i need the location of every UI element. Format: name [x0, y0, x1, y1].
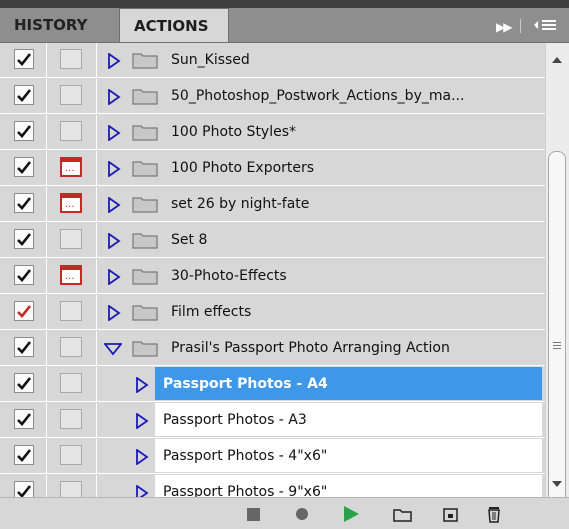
scrollbar[interactable] [545, 43, 569, 507]
toggle-checkbox[interactable] [14, 373, 34, 393]
toggle-checkbox[interactable] [14, 301, 34, 321]
action-set-name: Prasil's Passport Photo Arranging Action [171, 340, 450, 356]
action-set-name: 30-Photo-Effects [171, 268, 287, 284]
folder-icon [132, 232, 158, 249]
dialog-toggle-empty[interactable] [60, 49, 82, 69]
toggle-checkbox[interactable] [14, 265, 34, 285]
collapsed-triangle-icon[interactable] [107, 160, 121, 181]
action-set-name: Film effects [171, 304, 252, 320]
action-set-row[interactable]: ... set 26 by night-fate [0, 187, 546, 222]
action-row[interactable]: Passport Photos - A3 [0, 403, 546, 438]
dialog-toggle-empty[interactable] [60, 373, 82, 393]
collapsed-triangle-icon[interactable] [135, 412, 149, 433]
folder-icon [132, 88, 158, 105]
action-name-cell[interactable]: Passport Photos - 4"x6" [155, 439, 542, 473]
action-set-row[interactable]: Set 8 [0, 223, 546, 258]
actions-list: Sun_Kissed 50_Photoshop_Postwork_Actions_… [0, 43, 546, 510]
toggle-checkbox[interactable] [14, 49, 34, 69]
action-set-row[interactable]: 50_Photoshop_Postwork_Actions_by_ma... [0, 79, 546, 114]
window-edge [0, 0, 569, 8]
toggle-checkbox[interactable] [14, 121, 34, 141]
action-name-cell[interactable]: Passport Photos - A3 [155, 403, 542, 437]
collapsed-triangle-icon[interactable] [107, 124, 121, 145]
action-name: Passport Photos - A3 [163, 412, 307, 428]
collapsed-triangle-icon[interactable] [135, 376, 149, 397]
scroll-up-icon[interactable] [552, 57, 562, 63]
tab-history[interactable]: HISTORY [0, 8, 116, 42]
collapsed-triangle-icon[interactable] [107, 268, 121, 289]
trash-icon[interactable] [484, 504, 506, 526]
action-set-row[interactable]: ... 100 Photo Exporters [0, 151, 546, 186]
action-set-name: 100 Photo Exporters [171, 160, 315, 176]
collapse-panel-icon[interactable]: ▶▶ [496, 20, 513, 34]
divider [520, 19, 521, 33]
dialog-toggle-empty[interactable] [60, 409, 82, 429]
action-set-row[interactable]: Prasil's Passport Photo Arranging Action [0, 331, 546, 366]
folder-icon [132, 124, 158, 141]
action-row[interactable]: Passport Photos - 4"x6" [0, 439, 546, 474]
dialog-toggle-empty[interactable] [60, 337, 82, 357]
action-row[interactable]: Passport Photos - A4 [0, 367, 546, 402]
toggle-checkbox[interactable] [14, 409, 34, 429]
new-set-icon[interactable] [391, 504, 415, 524]
record-icon[interactable] [292, 504, 312, 524]
collapsed-triangle-icon[interactable] [107, 304, 121, 325]
folder-icon [132, 268, 158, 285]
toggle-checkbox[interactable] [14, 85, 34, 105]
tab-actions[interactable]: ACTIONS [119, 8, 229, 42]
folder-icon [132, 52, 158, 69]
scroll-thumb[interactable] [548, 151, 566, 507]
stop-icon[interactable] [244, 504, 264, 524]
folder-icon [132, 160, 158, 177]
action-name-cell[interactable]: Passport Photos - A4 [155, 367, 542, 401]
actions-toolbar [0, 497, 569, 529]
dialog-toggle-empty[interactable] [60, 229, 82, 249]
actions-panel: HISTORY ACTIONS ▶▶ Sun_Kissed 50_Photosho… [0, 0, 569, 529]
toggle-checkbox[interactable] [14, 229, 34, 249]
action-set-row[interactable]: ... 30-Photo-Effects [0, 259, 546, 294]
panel-menu-icon[interactable] [532, 15, 562, 35]
dialog-toggle-empty[interactable] [60, 301, 82, 321]
toggle-checkbox[interactable] [14, 157, 34, 177]
action-name: Passport Photos - A4 [163, 376, 328, 392]
action-set-name: 100 Photo Styles* [171, 124, 297, 140]
collapsed-triangle-icon[interactable] [107, 232, 121, 253]
collapsed-triangle-icon[interactable] [107, 196, 121, 217]
collapsed-triangle-icon[interactable] [107, 88, 121, 109]
dialog-toggle-empty[interactable] [60, 121, 82, 141]
collapsed-triangle-icon[interactable] [107, 52, 121, 73]
new-action-icon[interactable] [440, 504, 462, 524]
action-name: Passport Photos - 4"x6" [163, 448, 328, 464]
action-set-name: set 26 by night-fate [171, 196, 310, 212]
dialog-toggle-empty[interactable] [60, 85, 82, 105]
dialog-toggle-icon[interactable]: ... [60, 265, 82, 285]
action-set-row[interactable]: Sun_Kissed [0, 43, 546, 78]
scroll-down-icon[interactable] [552, 481, 562, 487]
action-set-name: Set 8 [171, 232, 208, 248]
dialog-toggle-empty[interactable] [60, 445, 82, 465]
dialog-toggle-icon[interactable]: ... [60, 157, 82, 177]
toggle-checkbox[interactable] [14, 445, 34, 465]
expanded-triangle-icon[interactable] [103, 341, 123, 360]
toggle-checkbox[interactable] [14, 337, 34, 357]
action-set-row[interactable]: Film effects [0, 295, 546, 330]
action-set-row[interactable]: 100 Photo Styles* [0, 115, 546, 150]
collapsed-triangle-icon[interactable] [135, 448, 149, 469]
folder-icon [132, 340, 158, 357]
action-set-name: Sun_Kissed [171, 52, 250, 68]
play-icon[interactable] [340, 504, 362, 524]
folder-icon [132, 196, 158, 213]
toggle-checkbox[interactable] [14, 193, 34, 213]
dialog-toggle-icon[interactable]: ... [60, 193, 82, 213]
action-set-name: 50_Photoshop_Postwork_Actions_by_ma... [171, 88, 465, 104]
folder-icon [132, 304, 158, 321]
